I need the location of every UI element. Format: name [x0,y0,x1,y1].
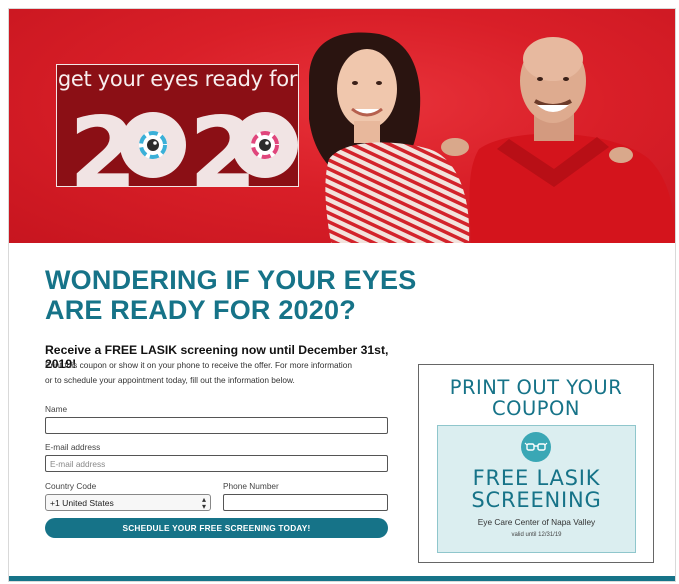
schedule-screening-button[interactable]: SCHEDULE YOUR FREE SCREENING TODAY! [45,518,388,538]
email-label: E-mail address [45,442,101,452]
coupon-offer: FREE LASIK SCREENING [438,467,635,511]
page-frame: get your eyes ready for 2 2 WONDERING IF… [8,8,676,582]
coupon-heading-line1: PRINT OUT YOUR [449,376,623,399]
coupon-offer-line2: SCREENING [471,488,602,512]
phone-label: Phone Number [223,481,279,491]
glasses-icon [521,432,551,462]
campaign-logo: get your eyes ready for 2 2 [56,64,299,187]
offer-description: Print this coupon or show it on your pho… [45,358,395,388]
page-title-line2: ARE READY FOR 2020? [45,295,356,325]
page-title: WONDERING IF YOUR EYES ARE READY FOR 202… [45,265,425,325]
phone-field[interactable] [223,494,388,511]
email-field[interactable]: E-mail address [45,455,388,472]
coupon-heading-line2: COUPON [492,397,580,420]
logo-tagline: get your eyes ready for [57,67,298,91]
page-title-line1: WONDERING IF YOUR EYES [45,265,417,295]
coupon-validity: valid until 12/31/19 [511,532,562,538]
hero-banner: get your eyes ready for 2 2 [9,9,675,243]
name-field[interactable] [45,417,388,434]
footer-bar [9,576,675,581]
coupon-clinic-name: Eye Care Center of Napa Valley [477,517,596,527]
country-code-value: +1 United States [50,498,114,508]
offer-description-line1: Print this coupon or show it on your pho… [45,360,352,370]
name-label: Name [45,404,68,414]
country-code-label: Country Code [45,481,97,491]
coupon-offer-line1: FREE LASIK [472,466,601,490]
country-code-select[interactable]: +1 United States ▴ ▾ [45,494,211,511]
logo-2020-graphic: 2 2 [57,95,298,186]
offer-description-line2: or to schedule your appointment today, f… [45,375,295,385]
coupon-panel: PRINT OUT YOUR COUPON FREE LASIK SCREENI… [418,364,654,563]
coupon-card[interactable]: FREE LASIK SCREENING Eye Care Center of … [437,425,636,553]
select-arrows-icon: ▴ ▾ [201,495,206,511]
coupon-heading: PRINT OUT YOUR COUPON [419,377,653,419]
